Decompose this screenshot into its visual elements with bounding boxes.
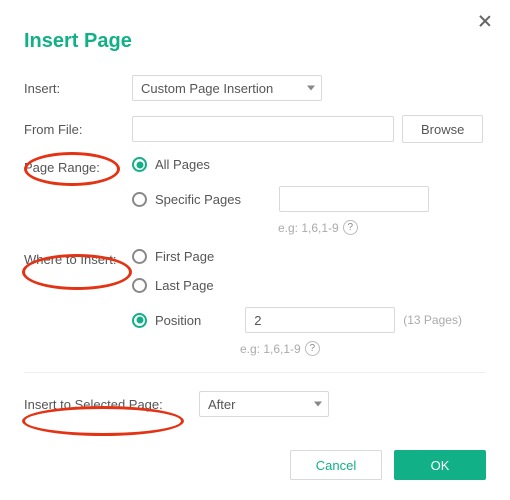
chevron-down-icon (314, 402, 322, 407)
all-pages-label: All Pages (155, 157, 210, 172)
page-count-label: (13 Pages) (403, 313, 462, 327)
position-hint: e.g: 1,6,1-9 ? (240, 341, 320, 356)
first-page-radio[interactable] (132, 249, 147, 264)
ok-button[interactable]: OK (394, 450, 486, 480)
help-icon[interactable]: ? (343, 220, 358, 235)
position-input[interactable] (245, 307, 395, 333)
position-label: Position (155, 313, 201, 328)
insert-to-selected-value: After (208, 397, 235, 412)
insert-label: Insert: (24, 81, 132, 96)
from-file-label: From File: (24, 122, 132, 137)
specific-pages-label: Specific Pages (155, 192, 241, 207)
close-icon[interactable] (478, 14, 492, 28)
insert-to-selected-row: Insert to Selected Page: After (24, 391, 486, 417)
insert-row: Insert: Custom Page Insertion (24, 75, 486, 101)
position-hint-text: e.g: 1,6,1-9 (240, 342, 301, 356)
specific-pages-radio[interactable] (132, 192, 147, 207)
dialog-title: Insert Page (24, 30, 486, 53)
chevron-down-icon (307, 86, 315, 91)
from-file-row: From File: Browse (24, 115, 486, 143)
browse-button[interactable]: Browse (402, 115, 483, 143)
radio-last-page-row: Last Page (132, 278, 486, 293)
help-icon[interactable]: ? (305, 341, 320, 356)
first-page-label: First Page (155, 249, 214, 264)
insert-to-selected-select[interactable]: After (199, 391, 329, 417)
dialog-footer: Cancel OK (290, 450, 486, 480)
insert-to-selected-label: Insert to Selected Page: (24, 397, 199, 412)
last-page-label: Last Page (155, 278, 214, 293)
page-range-row: Page Range: All Pages Specific Pages e.g… (24, 157, 486, 235)
divider (24, 372, 486, 373)
radio-all-pages-row: All Pages (132, 157, 486, 172)
insert-type-value: Custom Page Insertion (141, 81, 273, 96)
position-radio[interactable] (132, 313, 147, 328)
cancel-button[interactable]: Cancel (290, 450, 382, 480)
insert-type-select[interactable]: Custom Page Insertion (132, 75, 322, 101)
page-range-label: Page Range: (24, 157, 132, 175)
page-range-hint-text: e.g: 1,6,1-9 (278, 221, 339, 235)
radio-specific-pages-row: Specific Pages (132, 186, 486, 212)
radio-first-page-row: First Page (132, 249, 486, 264)
last-page-radio[interactable] (132, 278, 147, 293)
all-pages-radio[interactable] (132, 157, 147, 172)
where-to-insert-row: Where to Insert: First Page Last Page Po… (24, 249, 486, 356)
from-file-input[interactable] (132, 116, 394, 142)
page-range-hint: e.g: 1,6,1-9 ? (278, 220, 358, 235)
radio-position-row: Position (13 Pages) (132, 307, 486, 333)
specific-pages-input[interactable] (279, 186, 429, 212)
where-to-insert-label: Where to Insert: (24, 249, 132, 267)
